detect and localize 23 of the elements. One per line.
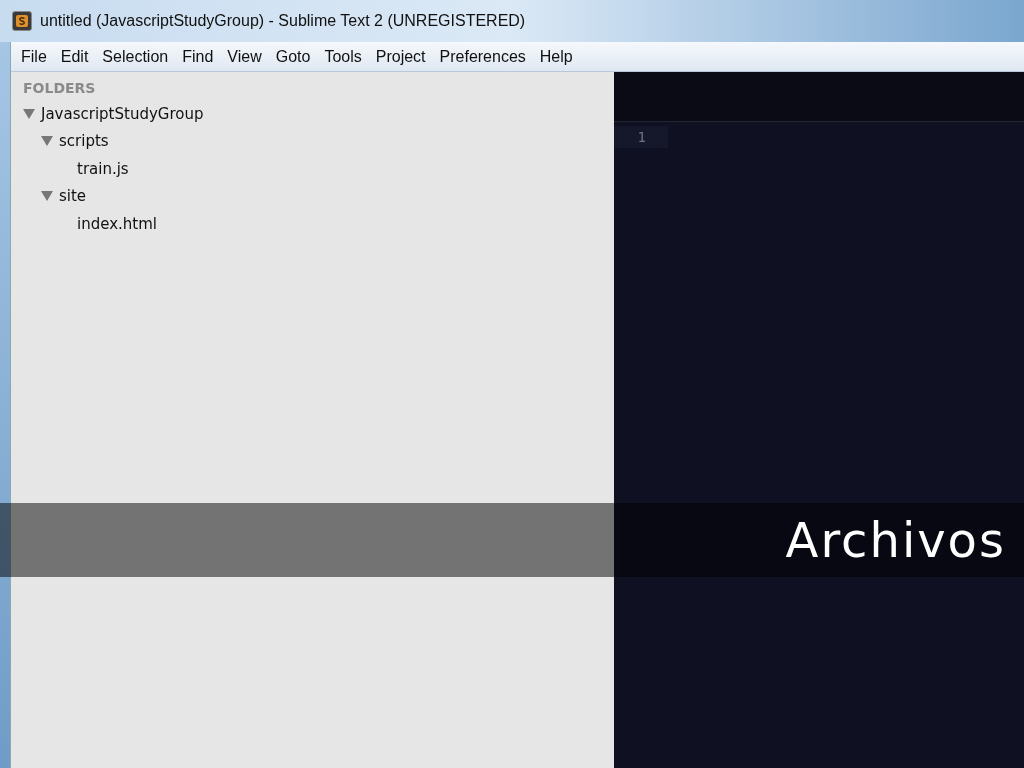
app-logo-icon bbox=[12, 11, 32, 31]
menu-item[interactable]: Find bbox=[176, 44, 220, 69]
sidebar-heading: FOLDERS bbox=[23, 78, 97, 98]
menu-item[interactable]: Goto bbox=[269, 44, 317, 69]
disclosure-triangle-icon[interactable] bbox=[23, 108, 35, 119]
file-label[interactable]: train.js bbox=[77, 157, 129, 180]
disclosure-triangle-icon[interactable] bbox=[41, 136, 53, 147]
menu-item[interactable]: Help bbox=[533, 44, 579, 69]
menu-item[interactable]: Tools bbox=[318, 44, 368, 69]
line-number: 1 bbox=[637, 127, 646, 147]
menu-item[interactable]: Edit bbox=[54, 44, 95, 69]
file-label[interactable]: index.html bbox=[77, 212, 157, 235]
disclosure-triangle-icon[interactable] bbox=[41, 191, 53, 202]
menu-item[interactable]: Preferences bbox=[433, 44, 532, 69]
caption-text: Archivos bbox=[785, 511, 1006, 570]
folder-label[interactable]: JavascriptStudyGroup bbox=[41, 102, 204, 125]
menu-item[interactable]: Selection bbox=[96, 44, 175, 69]
menu-item[interactable]: Project bbox=[369, 44, 432, 69]
menu-item[interactable]: File bbox=[15, 44, 53, 69]
window-title: untitled (JavascriptStudyGroup) - Sublime Text 2 (UNREGISTERED) bbox=[40, 11, 526, 31]
folder-label[interactable]: site bbox=[59, 185, 87, 208]
folder-label[interactable]: scripts bbox=[59, 130, 109, 153]
menu-item[interactable]: View bbox=[221, 44, 268, 69]
